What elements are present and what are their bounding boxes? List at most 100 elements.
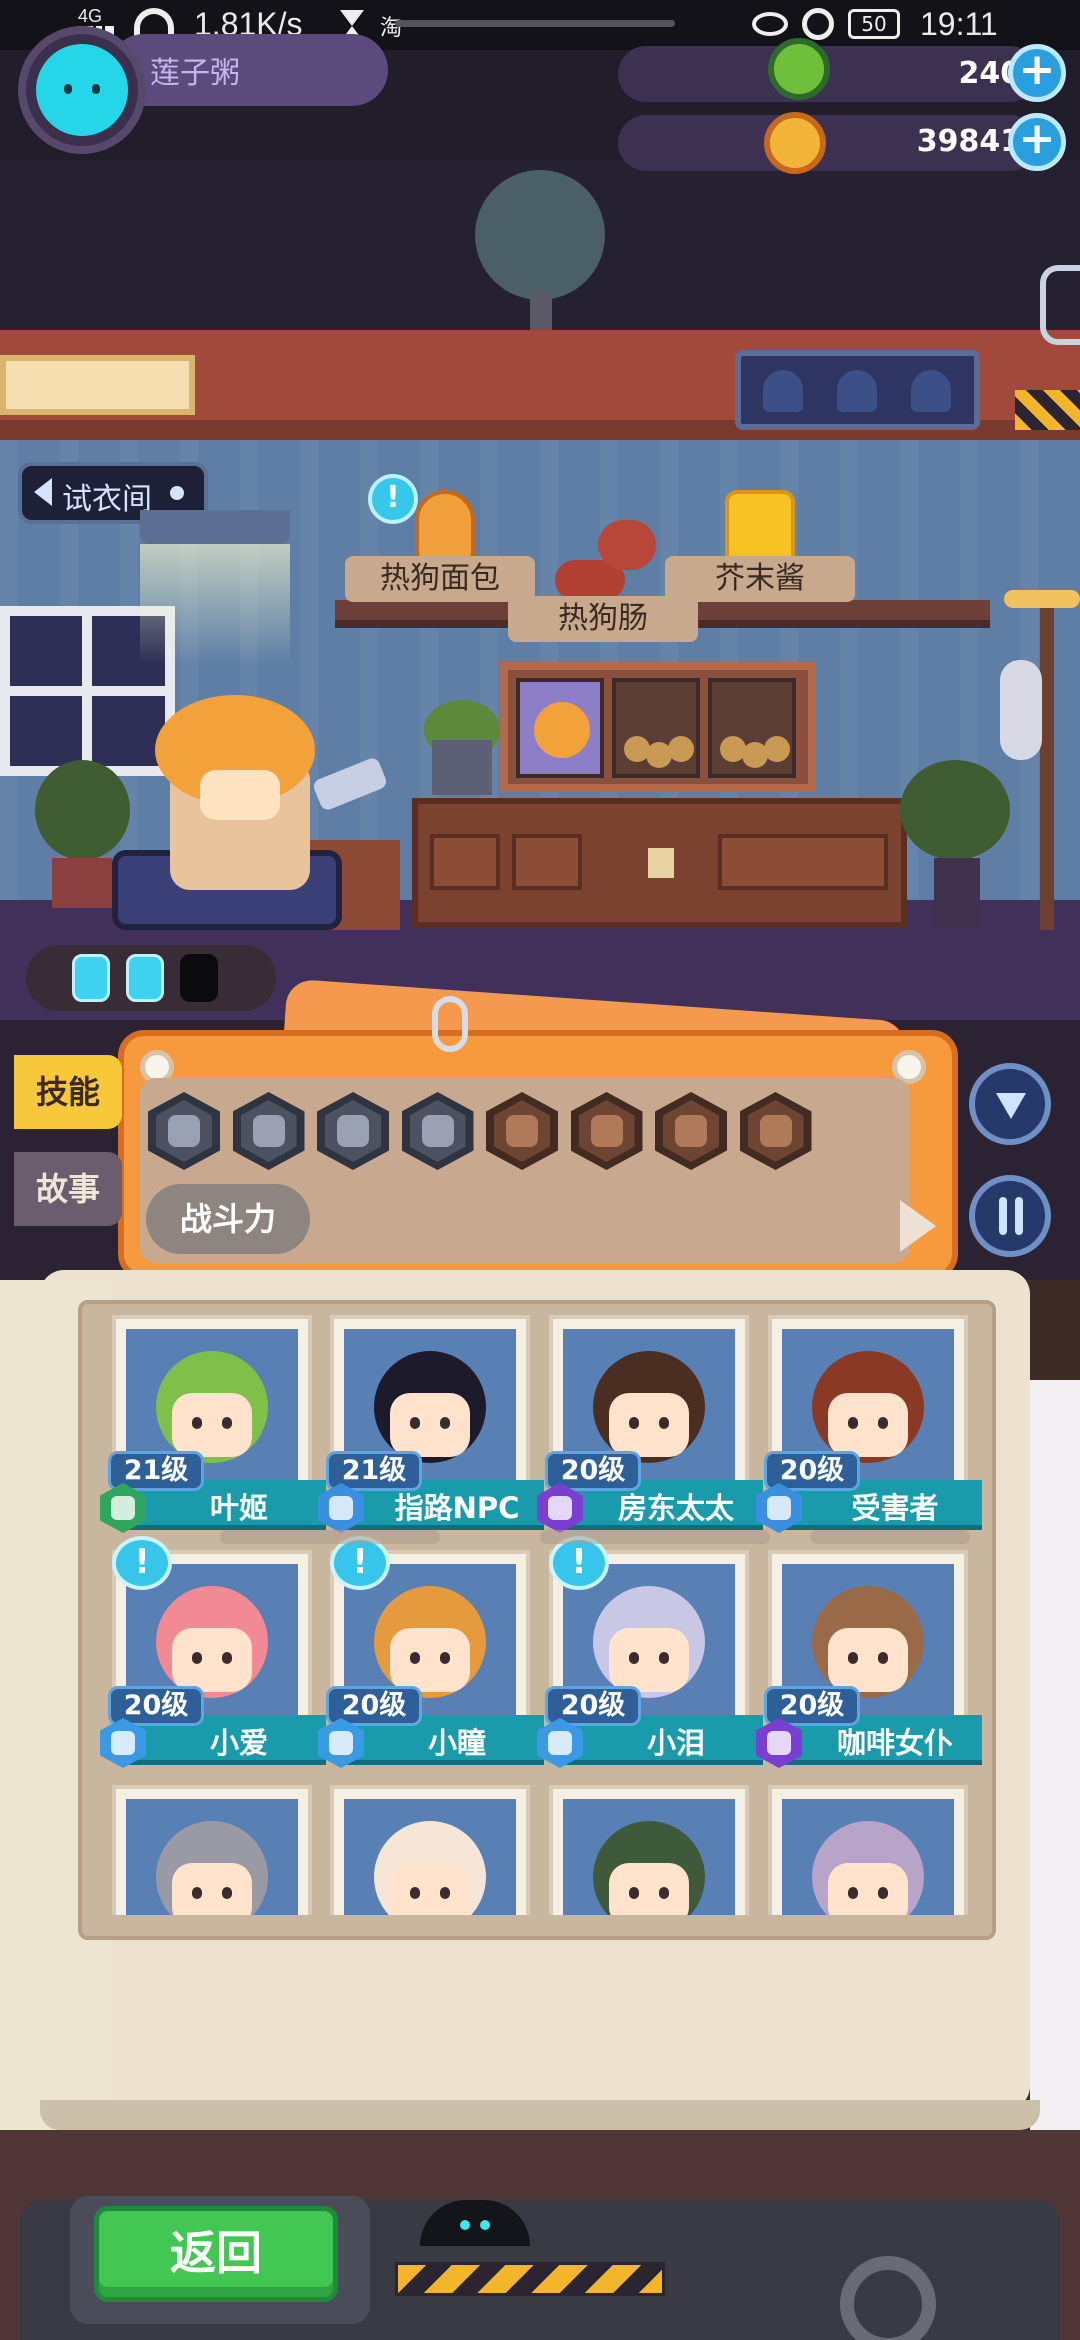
plant-icon [35, 760, 130, 860]
alert-bubble-icon[interactable]: ! [112, 1536, 172, 1590]
coat-icon [1000, 660, 1042, 760]
skill-glyph [675, 1115, 707, 1147]
window-frame [0, 686, 175, 696]
character-eye [659, 1417, 669, 1429]
hazard-strip [395, 2262, 665, 2296]
blurred-text [220, 1530, 440, 1544]
critter-eye [480, 2220, 490, 2230]
plant-pot [52, 858, 112, 908]
back-button[interactable]: 返回 [94, 2206, 338, 2302]
character-card[interactable]: 小爱 20级! [100, 1536, 326, 1770]
critter-eye [460, 2220, 470, 2230]
shelf-label-bun: 热狗面包 [345, 556, 535, 602]
alert-bubble-icon[interactable]: ! [368, 474, 418, 524]
lamp-light [140, 544, 290, 664]
tab-story[interactable]: 故事 [14, 1152, 122, 1226]
cookie-icon [668, 736, 694, 762]
character-face [172, 1863, 252, 1915]
cat-face-icon[interactable] [36, 44, 128, 136]
skill-glyph [337, 1115, 369, 1147]
character-eye [222, 1417, 232, 1429]
class-badge-glyph [111, 1731, 135, 1755]
sort-icon [999, 1197, 1007, 1235]
character-card[interactable] [330, 1785, 530, 1915]
ghost-icon [763, 370, 803, 412]
side-clip[interactable] [1040, 265, 1080, 345]
character-card[interactable]: 受害者 20级 [756, 1315, 982, 1535]
skill-glyph [506, 1115, 538, 1147]
character-face [390, 1863, 470, 1915]
character-face [390, 1393, 470, 1457]
chef-face [200, 770, 280, 820]
character-eye [878, 1652, 888, 1664]
character-card[interactable]: 房东太太 20级 [537, 1315, 763, 1535]
class-badge-glyph [329, 1731, 353, 1755]
character-face [609, 1863, 689, 1915]
character-card[interactable]: 叶姬 21级 [100, 1315, 326, 1535]
ghost-monitor [735, 350, 980, 430]
energy-bar [26, 945, 276, 1011]
cookie-icon [764, 736, 790, 762]
hazard-strip [1015, 390, 1080, 430]
character-card[interactable]: 咖啡女仆 20级 [756, 1550, 982, 1770]
alarm-icon [802, 8, 834, 40]
coat-rack [1040, 600, 1054, 930]
blurred-text [540, 1530, 770, 1544]
tab-skill[interactable]: 技能 [14, 1055, 122, 1129]
blurred-caption [220, 1510, 980, 1560]
character-face [172, 1628, 252, 1692]
book-side-page [1030, 1380, 1080, 2140]
character-name: 小瞳 [427, 1726, 486, 1760]
shelf-label-mustard: 芥末酱 [665, 556, 855, 602]
ghost-icon [911, 370, 951, 412]
character-eye [629, 1417, 639, 1429]
planet-coin-icon [764, 112, 826, 174]
character-eye [629, 1887, 639, 1899]
class-badge-glyph [767, 1731, 791, 1755]
case-slot[interactable] [516, 678, 604, 778]
character-card[interactable] [768, 1785, 968, 1915]
clock: 19:11 [920, 6, 998, 42]
right-arrow-icon[interactable] [900, 1200, 936, 1252]
case-slot[interactable] [612, 678, 700, 778]
character-eye [440, 1887, 450, 1899]
character-eye [410, 1887, 420, 1899]
lamp [140, 510, 290, 544]
chef-portrait-icon [534, 702, 590, 758]
avatar-eye [64, 84, 72, 94]
avatar-eye [92, 84, 100, 94]
character-face [609, 1393, 689, 1457]
character-card[interactable]: 小瞳 20级! [318, 1536, 544, 1770]
skill-glyph [168, 1115, 200, 1147]
character-card[interactable] [549, 1785, 749, 1915]
character-eye [440, 1417, 450, 1429]
green-coin-icon [768, 38, 830, 100]
character-face [828, 1393, 908, 1457]
display-case[interactable] [500, 662, 816, 792]
character-face [390, 1628, 470, 1692]
skill-glyph [759, 1115, 792, 1147]
fan-icon [475, 170, 605, 300]
fitting-room-label: 试衣间 [62, 482, 152, 517]
character-eye [222, 1652, 232, 1664]
blurred-text [810, 1530, 970, 1544]
top-indicator [395, 20, 675, 27]
character-card[interactable] [112, 1785, 312, 1915]
character-name: 小爱 [209, 1726, 268, 1760]
skill-glyph [590, 1115, 623, 1147]
coat-rack-top [1004, 590, 1080, 608]
sausage-item[interactable] [598, 520, 656, 570]
sort-order-button[interactable] [969, 1175, 1051, 1257]
character-card[interactable]: 小泪 20级! [537, 1536, 763, 1770]
character-eye [192, 1652, 202, 1664]
character-eye [192, 1417, 202, 1429]
filter-button[interactable] [969, 1063, 1051, 1145]
case-slot[interactable] [708, 678, 796, 778]
add-green-currency-button[interactable]: + [1008, 44, 1066, 102]
character-card[interactable]: 指路NPC 21级 [318, 1315, 544, 1535]
add-gold-currency-button[interactable]: + [1008, 113, 1066, 171]
character-eye [440, 1652, 450, 1664]
character-eye [848, 1652, 858, 1664]
left-arrow-icon [34, 478, 52, 506]
combat-power-sort-button[interactable]: 战斗力 [146, 1184, 310, 1254]
